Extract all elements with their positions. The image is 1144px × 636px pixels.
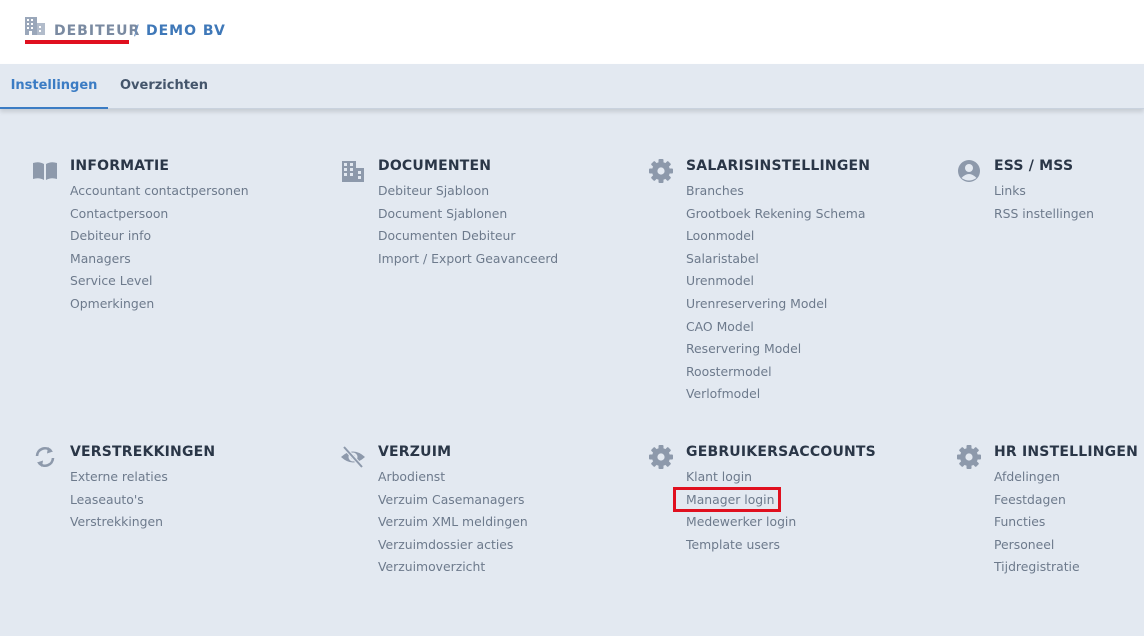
section-title: VERSTREKKINGEN bbox=[70, 444, 216, 460]
link-service-level[interactable]: Service Level bbox=[70, 270, 249, 293]
section-title: DOCUMENTEN bbox=[378, 158, 492, 174]
link-urenreservering-model[interactable]: Urenreservering Model bbox=[686, 293, 865, 316]
link-documenten-debiteur[interactable]: Documenten Debiteur bbox=[378, 225, 558, 248]
user-circle-icon bbox=[958, 160, 980, 182]
link-leaseautos[interactable]: Leaseauto's bbox=[70, 489, 168, 512]
section-title: ESS / MSS bbox=[994, 158, 1074, 174]
link-functies[interactable]: Functies bbox=[994, 511, 1080, 534]
breadcrumb-separator: / bbox=[134, 23, 139, 39]
link-verzuimoverzicht[interactable]: Verzuimoverzicht bbox=[378, 556, 528, 579]
link-rss-instellingen[interactable]: RSS instellingen bbox=[994, 203, 1094, 226]
tab-instellingen[interactable]: Instellingen bbox=[0, 64, 108, 109]
link-roostermodel[interactable]: Roostermodel bbox=[686, 361, 865, 384]
gear-icon bbox=[957, 445, 981, 469]
link-arbodienst[interactable]: Arbodienst bbox=[378, 466, 528, 489]
gear-icon bbox=[649, 445, 673, 469]
tab-overzichten[interactable]: Overzichten bbox=[112, 64, 216, 107]
link-medewerker-login[interactable]: Medewerker login bbox=[686, 511, 796, 534]
link-feestdagen[interactable]: Feestdagen bbox=[994, 489, 1080, 512]
link-afdelingen[interactable]: Afdelingen bbox=[994, 466, 1080, 489]
link-branches[interactable]: Branches bbox=[686, 180, 865, 203]
company-name: DEMO BV bbox=[146, 23, 226, 39]
link-salaristabel[interactable]: Salaristabel bbox=[686, 248, 865, 271]
debiteur-link[interactable]: DEBITEUR bbox=[54, 23, 140, 39]
link-accountant-contactpersonen[interactable]: Accountant contactpersonen bbox=[70, 180, 249, 203]
link-debiteur-info[interactable]: Debiteur info bbox=[70, 225, 249, 248]
link-verzuim-xml-meldingen[interactable]: Verzuim XML meldingen bbox=[378, 511, 528, 534]
link-import-export-geavanceerd[interactable]: Import / Export Geavanceerd bbox=[378, 248, 558, 271]
link-verzuimdossier-acties[interactable]: Verzuimdossier acties bbox=[378, 534, 528, 557]
link-contactpersoon[interactable]: Contactpersoon bbox=[70, 203, 249, 226]
link-debiteur-sjabloon[interactable]: Debiteur Sjabloon bbox=[378, 180, 558, 203]
gear-icon bbox=[649, 159, 673, 183]
building-icon bbox=[25, 17, 45, 35]
link-urenmodel[interactable]: Urenmodel bbox=[686, 270, 865, 293]
book-icon bbox=[33, 162, 57, 180]
link-cao-model[interactable]: CAO Model bbox=[686, 316, 865, 339]
link-tijdregistratie[interactable]: Tijdregistratie bbox=[994, 556, 1080, 579]
debiteur-underline-annotation bbox=[25, 40, 129, 44]
section-title: SALARISINSTELLINGEN bbox=[686, 158, 871, 174]
tab-bar: Instellingen Overzichten bbox=[0, 64, 1144, 109]
link-verzuim-casemanagers[interactable]: Verzuim Casemanagers bbox=[378, 489, 528, 512]
link-verlofmodel[interactable]: Verlofmodel bbox=[686, 383, 865, 406]
header: DEBITEUR / DEMO BV bbox=[0, 0, 1144, 64]
link-template-users[interactable]: Template users bbox=[686, 534, 796, 557]
manager-login-highlight bbox=[673, 487, 781, 512]
link-managers[interactable]: Managers bbox=[70, 248, 249, 271]
building-icon bbox=[342, 161, 364, 182]
eye-slash-icon bbox=[341, 445, 365, 469]
link-links[interactable]: Links bbox=[994, 180, 1094, 203]
link-reservering-model[interactable]: Reservering Model bbox=[686, 338, 865, 361]
link-klant-login[interactable]: Klant login bbox=[686, 466, 796, 489]
section-title: GEBRUIKERSACCOUNTS bbox=[686, 444, 876, 460]
section-title: HR INSTELLINGEN bbox=[994, 444, 1139, 460]
link-externe-relaties[interactable]: Externe relaties bbox=[70, 466, 168, 489]
section-title: INFORMATIE bbox=[70, 158, 170, 174]
link-opmerkingen[interactable]: Opmerkingen bbox=[70, 293, 249, 316]
link-document-sjablonen[interactable]: Document Sjablonen bbox=[378, 203, 558, 226]
section-title: VERZUIM bbox=[378, 444, 452, 460]
link-verstrekkingen[interactable]: Verstrekkingen bbox=[70, 511, 168, 534]
link-loonmodel[interactable]: Loonmodel bbox=[686, 225, 865, 248]
sync-icon bbox=[35, 447, 55, 467]
link-personeel[interactable]: Personeel bbox=[994, 534, 1080, 557]
link-grootboek-rekening-schema[interactable]: Grootboek Rekening Schema bbox=[686, 203, 865, 226]
